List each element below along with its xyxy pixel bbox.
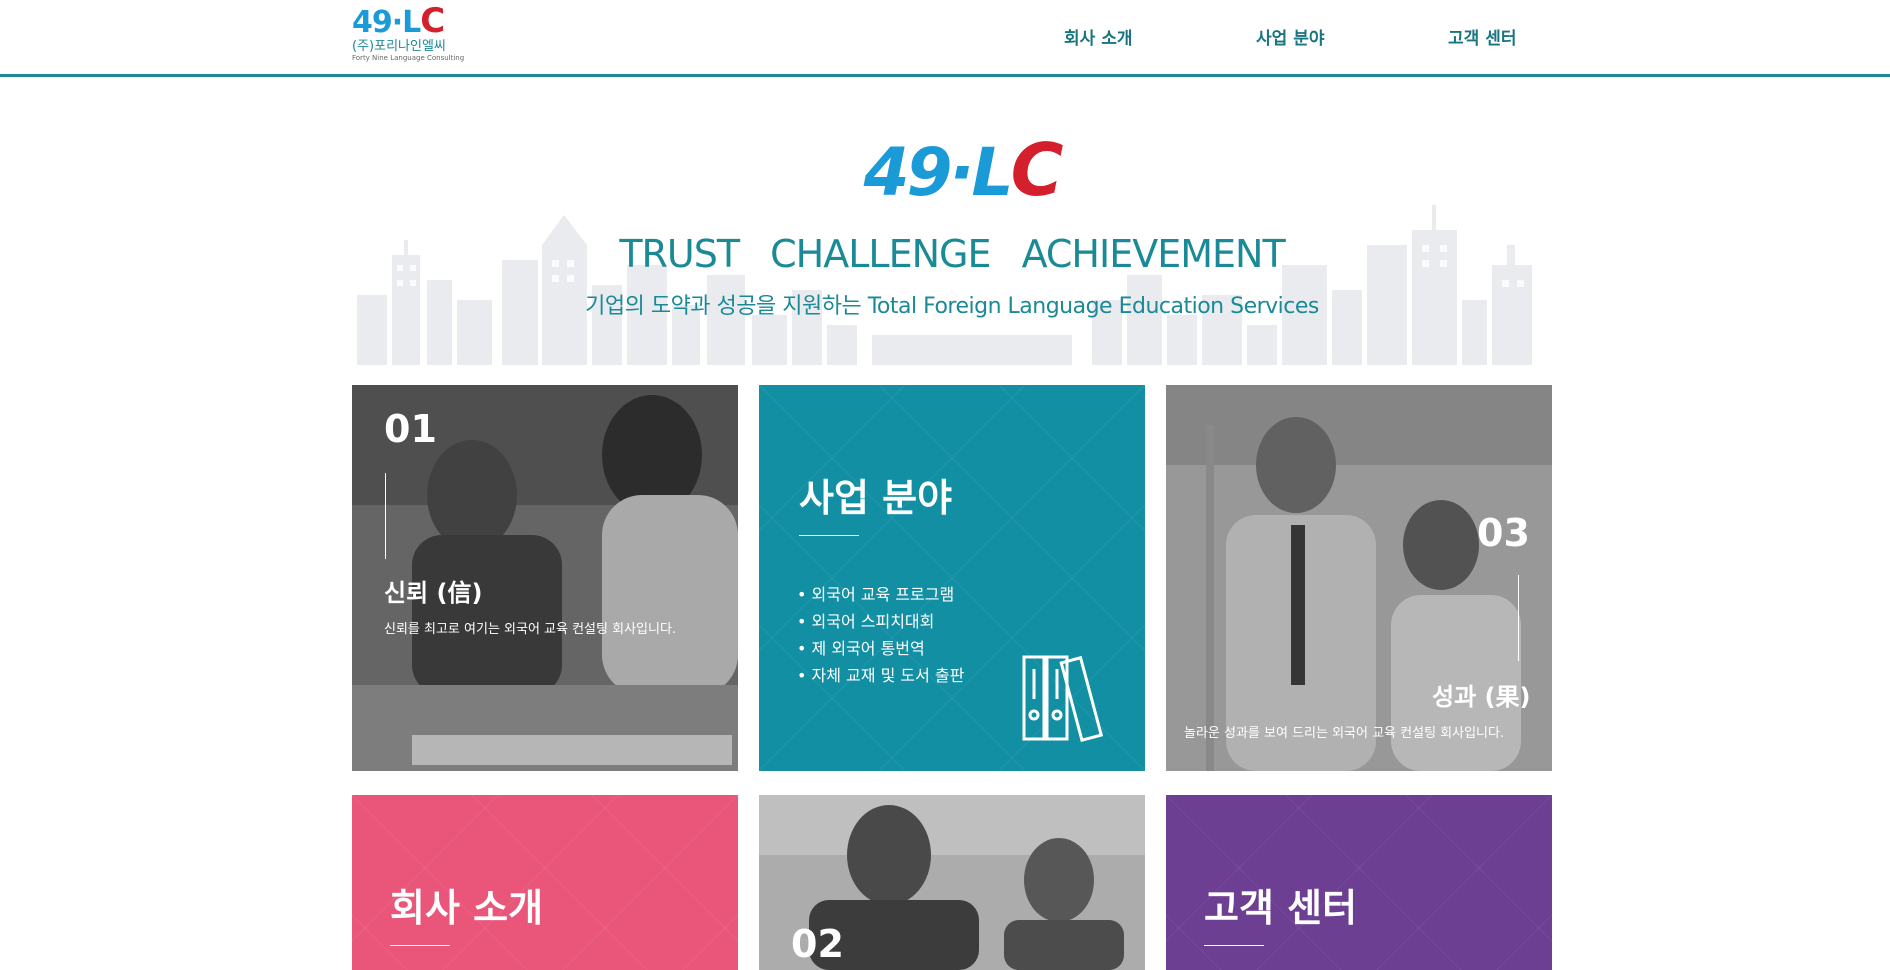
hero-banner: 49·LC TRUST CHALLENGE ACHIEVEMENT 기업의 도약…	[352, 110, 1552, 365]
tile-description: 놀라운 성과를 보여 드리는 외국어 교육 컨설팅 회사입니다.	[1184, 726, 1505, 741]
list-item: • 제 외국어 통번역	[797, 639, 925, 658]
nav-item-business[interactable]: 사업 분야	[1256, 24, 1324, 49]
nav-item-support[interactable]: 고객 센터	[1448, 24, 1516, 49]
hero-subtitle: 기업의 도약과 성공을 지원하는 Total Foreign Language …	[585, 294, 1319, 319]
header-divider	[0, 74, 1890, 77]
tile-title: 신뢰 (信)	[384, 579, 483, 607]
tile-divider	[385, 473, 386, 559]
tile-title: 고객 센터	[1204, 886, 1358, 930]
site-header: 49·LC (주)포리나인엘씨 Forty Nine Language Cons…	[0, 0, 1890, 74]
title-underline	[1204, 945, 1264, 946]
list-item: • 외국어 스피치대회	[797, 612, 935, 631]
nav-item-about[interactable]: 회사 소개	[1064, 24, 1132, 49]
tile-business[interactable]: 사업 분야 • 외국어 교육 프로그램 • 외국어 스피치대회 • 제 외국어 …	[759, 385, 1145, 771]
hero-tagline: TRUST CHALLENGE ACHIEVEMENT	[619, 232, 1285, 276]
title-underline	[390, 945, 450, 946]
tile-divider	[1518, 575, 1519, 661]
list-item: • 자체 교재 및 도서 출판	[797, 666, 965, 685]
tile-title: 회사 소개	[390, 886, 544, 930]
tile-title: 사업 분야	[799, 476, 953, 520]
list-item: • 외국어 교육 프로그램	[797, 585, 955, 604]
tile-number: 02	[791, 922, 844, 966]
city-skyline-illustration	[357, 205, 1532, 365]
site-logo[interactable]: 49·LC (주)포리나인엘씨 Forty Nine Language Cons…	[352, 1, 472, 66]
logo-korean-name: (주)포리나인엘씨	[352, 39, 446, 54]
tile-about[interactable]: 회사 소개	[352, 795, 738, 970]
tile-support[interactable]: 고객 센터	[1166, 795, 1552, 970]
title-underline	[799, 535, 859, 536]
tile-trust[interactable]: 01 신뢰 (信) 신뢰를 최고로 여기는 외국어 교육 컨설팅 회사입니다.	[352, 385, 738, 771]
logo-mark: 49·LC	[352, 1, 445, 41]
tile-title: 성과 (果)	[1432, 683, 1531, 711]
tile-number: 03	[1477, 511, 1530, 555]
business-list: • 외국어 교육 프로그램 • 외국어 스피치대회 • 제 외국어 통번역 • …	[797, 581, 964, 689]
tile-achievement[interactable]: 03 성과 (果) 놀라운 성과를 보여 드리는 외국어 교육 컨설팅 회사입니…	[1166, 385, 1552, 771]
logo-english-name: Forty Nine Language Consulting	[352, 54, 465, 62]
tile-number: 01	[384, 407, 437, 451]
tile-challenge[interactable]: 02	[759, 795, 1145, 970]
tile-description: 신뢰를 최고로 여기는 외국어 교육 컨설팅 회사입니다.	[384, 622, 677, 637]
binders-icon	[1022, 655, 1104, 743]
hero-logo: 49·LC	[863, 128, 1064, 212]
